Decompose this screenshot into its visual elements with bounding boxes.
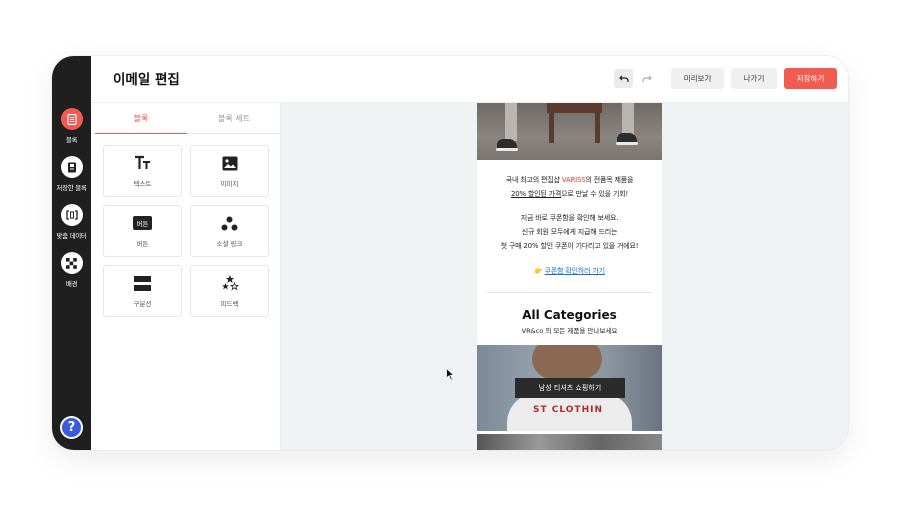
text-icon — [134, 154, 152, 172]
block-panel: 블록 블록 세트 텍스트 이미지 버튼 버튼 소셜 링크 구분선 피드백 — [91, 103, 281, 450]
block-icon — [60, 108, 83, 130]
rail-label: 맞춤 데이터 — [56, 232, 87, 240]
background-icon — [60, 252, 83, 274]
tile-label: 버튼 — [136, 240, 149, 248]
coupon-link[interactable]: 👉 쿠폰함 확인하러 가기 — [477, 265, 662, 277]
feedback-icon — [221, 274, 239, 292]
promo-line-1-pre: 국내 최고의 편집샵 — [505, 176, 562, 184]
tile-feedback[interactable]: 피드백 — [190, 265, 269, 317]
rail-label: 블록 — [65, 136, 78, 144]
promo-line-1-post: 의 전품목 제품을 — [585, 176, 634, 184]
divider-icon — [134, 274, 151, 292]
category-title: All Categories — [522, 308, 617, 322]
email-preview[interactable]: 국내 최고의 편집샵 VARISS의 전품목 제품을 20% 할인된 가격으로 … — [477, 103, 662, 450]
tile-label: 구분선 — [133, 300, 152, 308]
category-subtitle: VR&co 의 모든 제품을 만나보세요 — [521, 327, 618, 335]
promo-line-2: 20% 할인된 가격으로 만날 수 있을 기회! — [477, 188, 662, 200]
promo-line-4: 신규 회원 모두에게 지급해 드리는 — [521, 228, 618, 236]
panel-tabs: 블록 블록 세트 — [95, 103, 281, 134]
rail-item-saved-blocks[interactable]: 저장한 블록 — [52, 156, 91, 192]
undo-icon — [618, 75, 629, 82]
mouse-cursor-icon — [446, 366, 456, 385]
next-photo — [477, 434, 662, 450]
rail-item-custom-data[interactable]: 맞춤 데이터 — [52, 204, 91, 240]
rail-item-blocks[interactable]: 블록 — [52, 108, 91, 144]
discount-text: 20% 할인된 가격 — [510, 190, 562, 198]
rail-label: 저장한 블록 — [56, 184, 87, 192]
promo-line-1: 국내 최고의 편집샵 VARISS의 전품목 제품을 — [477, 174, 662, 186]
save-button[interactable]: 저장하기 — [784, 68, 837, 89]
tile-social-link[interactable]: 소셜 링크 — [190, 205, 269, 257]
rail-item-background[interactable]: 배경 — [52, 252, 91, 288]
tab-blocks[interactable]: 블록 — [95, 103, 187, 134]
exit-button[interactable]: 나가기 — [731, 68, 777, 89]
rail-label: 배경 — [65, 280, 78, 288]
brand-name: VARISS — [561, 176, 586, 184]
preview-button[interactable]: 미리보기 — [671, 68, 724, 89]
redo-icon — [641, 75, 652, 82]
tile-label: 피드백 — [220, 300, 239, 308]
button-icon: 버튼 — [132, 214, 153, 232]
tile-button[interactable]: 버튼 버튼 — [103, 205, 182, 257]
tile-label: 소셜 링크 — [216, 240, 243, 248]
tab-block-sets[interactable]: 블록 세트 — [187, 103, 281, 134]
redo-button[interactable] — [637, 69, 656, 88]
page-title: 이메일 편집 — [113, 72, 180, 88]
coupon-link-text[interactable]: 쿠폰함 확인하러 가기 — [545, 267, 605, 275]
hero-photo — [477, 103, 662, 160]
promo-line-3: 지금 바로 쿠폰함을 확인해 보세요. — [520, 214, 619, 222]
button-icon-text: 버튼 — [132, 216, 153, 230]
pointing-hand-icon: 👉 — [534, 267, 543, 275]
tshirt-photo: ST CLOTHIN 남성 티셔츠 쇼핑하기 — [477, 345, 662, 431]
tile-divider[interactable]: 구분선 — [103, 265, 182, 317]
promo-line-2-post: 으로 만날 수 있을 기회! — [561, 190, 629, 198]
saved-block-icon — [60, 156, 83, 178]
top-bar: 이메일 편집 미리보기 나가기 저장하기 — [91, 56, 848, 103]
content-divider — [487, 292, 652, 293]
image-icon — [222, 154, 238, 172]
promo-line-5: 첫 구매 20% 할인 쿠폰이 기다리고 있을 거에요! — [500, 242, 639, 250]
editor-window: 블록 저장한 블록 맞춤 데이터 배경 ? 이메일 편집 미리보기 나가기 저장… — [52, 56, 848, 450]
social-link-icon — [221, 214, 238, 232]
tile-label: 텍스트 — [133, 180, 152, 188]
custom-data-icon — [60, 204, 83, 226]
shop-tshirt-button[interactable]: 남성 티셔츠 쇼핑하기 — [515, 378, 625, 398]
tile-text[interactable]: 텍스트 — [103, 145, 182, 197]
undo-button[interactable] — [614, 69, 633, 88]
tile-label: 이미지 — [220, 180, 239, 188]
tile-image[interactable]: 이미지 — [190, 145, 269, 197]
left-rail: 블록 저장한 블록 맞춤 데이터 배경 ? — [52, 56, 91, 450]
editor-canvas: 국내 최고의 편집샵 VARISS의 전품목 제품을 20% 할인된 가격으로 … — [281, 103, 848, 450]
help-button[interactable]: ? — [60, 416, 83, 439]
shirt-print: ST CLOTHIN — [533, 405, 603, 415]
